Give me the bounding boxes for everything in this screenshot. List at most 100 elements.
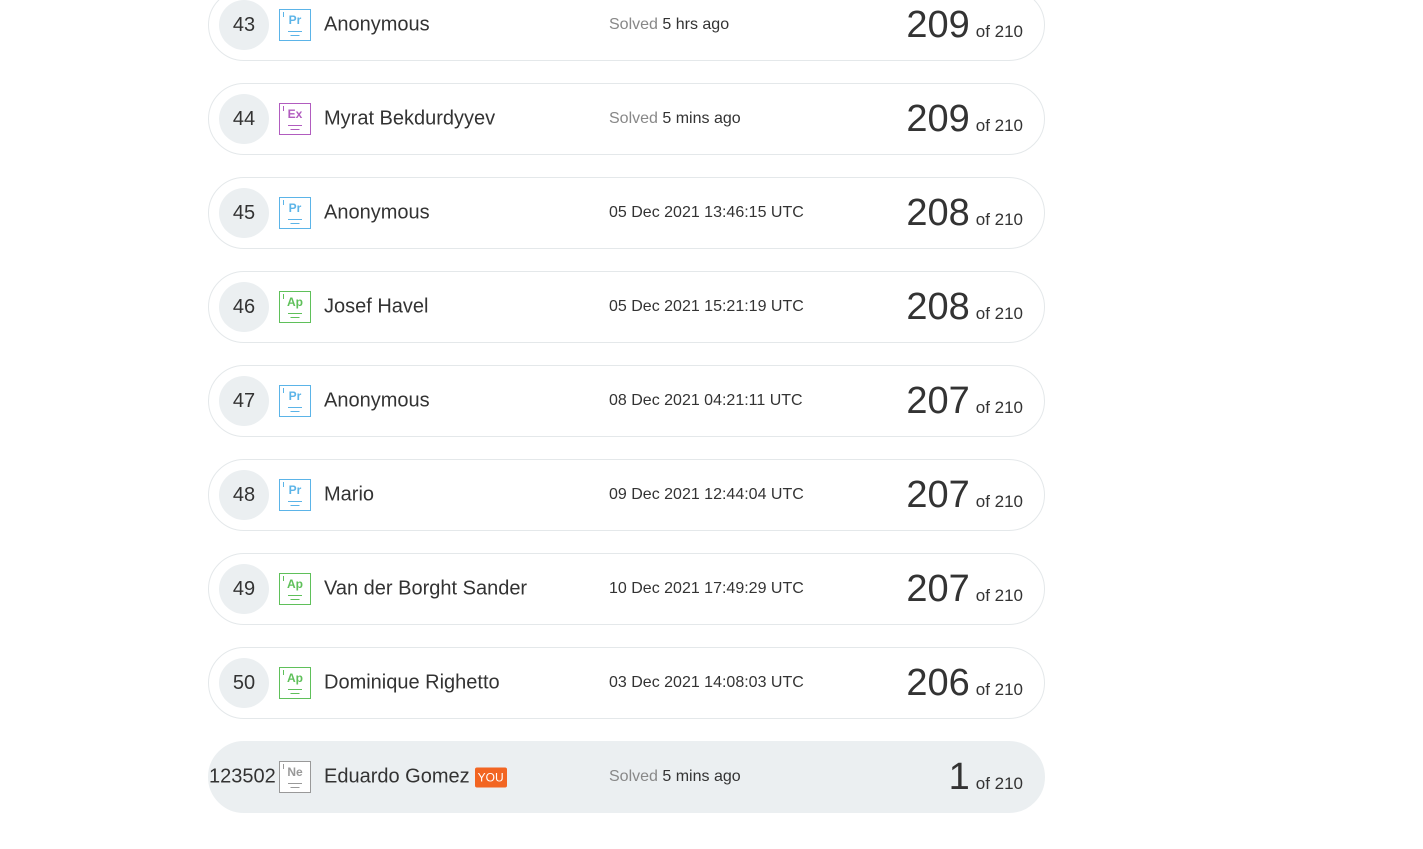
score-total: of 210 bbox=[975, 586, 1023, 605]
score-value: 209 bbox=[906, 98, 970, 140]
score: 209 of 210 bbox=[906, 99, 1023, 139]
solved-time-value: 5 mins ago bbox=[662, 768, 741, 785]
user-name-text: Van der Borght Sander bbox=[324, 577, 528, 600]
user-name-text: Anonymous bbox=[324, 389, 430, 412]
score-total: of 210 bbox=[975, 210, 1023, 229]
badge-symbol: Ne bbox=[287, 765, 303, 779]
rank-number: 47 bbox=[219, 376, 269, 426]
solved-time: 05 Dec 2021 15:21:19 UTC bbox=[609, 298, 804, 316]
leaderboard-row: 49 Ap Van der Borght Sander 10 Dec 2021 … bbox=[208, 553, 1045, 625]
solved-time-value: 5 mins ago bbox=[662, 110, 741, 127]
user-name[interactable]: Mario bbox=[324, 484, 374, 507]
solved-label: Solved bbox=[609, 110, 658, 127]
score: 207 of 210 bbox=[906, 381, 1023, 421]
leaderboard-row: 46 Ap Josef Havel 05 Dec 2021 15:21:19 U… bbox=[208, 271, 1045, 343]
user-name-text: Eduardo Gomez bbox=[324, 765, 470, 788]
user-name-text: Dominique Righetto bbox=[324, 671, 500, 694]
solved-time-value: 10 Dec 2021 17:49:29 UTC bbox=[609, 580, 804, 597]
leaderboard-row: 43 Pr Anonymous Solved 5 hrs ago 209 of 2… bbox=[208, 0, 1045, 61]
user-name-text: Josef Havel bbox=[324, 295, 429, 318]
user-name-text: Anonymous bbox=[324, 201, 430, 224]
solved-time-value: 03 Dec 2021 14:08:03 UTC bbox=[609, 674, 804, 691]
score-total: of 210 bbox=[975, 398, 1023, 417]
badge-symbol: Pr bbox=[288, 201, 302, 215]
leaderboard-row: 44 Ex Myrat Bekdurdyyev Solved 5 mins ag… bbox=[208, 83, 1045, 155]
user-name[interactable]: Josef Havel bbox=[324, 296, 429, 319]
score-value: 1 bbox=[948, 756, 970, 798]
level-badge-icon: Pr bbox=[279, 385, 311, 417]
score-value: 208 bbox=[906, 286, 970, 328]
solved-time-value: 05 Dec 2021 13:46:15 UTC bbox=[609, 204, 804, 221]
solved-time: Solved 5 mins ago bbox=[609, 110, 741, 128]
leaderboard-row: 47 Pr Anonymous 08 Dec 2021 04:21:11 UTC… bbox=[208, 365, 1045, 437]
score: 208 of 210 bbox=[906, 193, 1023, 233]
solved-time: 08 Dec 2021 04:21:11 UTC bbox=[609, 392, 803, 410]
level-badge-icon: Ap bbox=[279, 291, 311, 323]
leaderboard-row: 48 Pr Mario 09 Dec 2021 12:44:04 UTC 207… bbox=[208, 459, 1045, 531]
leaderboard-row: 50 Ap Dominique Righetto 03 Dec 2021 14:… bbox=[208, 647, 1045, 719]
leaderboard: 43 Pr Anonymous Solved 5 hrs ago 209 of 2… bbox=[208, 0, 1045, 835]
leaderboard-row: 45 Pr Anonymous 05 Dec 2021 13:46:15 UTC… bbox=[208, 177, 1045, 249]
solved-time-value: 5 hrs ago bbox=[662, 16, 730, 33]
score-total: of 210 bbox=[975, 774, 1023, 793]
user-name[interactable]: Anonymous bbox=[324, 390, 430, 413]
user-name[interactable]: Anonymous bbox=[324, 202, 430, 225]
score-total: of 210 bbox=[975, 304, 1023, 323]
badge-symbol: Ap bbox=[287, 671, 303, 685]
user-name-text: Anonymous bbox=[324, 13, 430, 36]
badge-symbol: Pr bbox=[288, 483, 302, 497]
solved-time-value: 09 Dec 2021 12:44:04 UTC bbox=[609, 486, 804, 503]
level-badge-icon: Pr bbox=[279, 9, 311, 41]
user-name[interactable]: Dominique Righetto bbox=[324, 672, 500, 695]
level-badge-icon: Pr bbox=[279, 197, 311, 229]
badge-symbol: Pr bbox=[288, 389, 302, 403]
badge-symbol: Ap bbox=[287, 295, 303, 309]
score-value: 207 bbox=[906, 380, 970, 422]
score-total: of 210 bbox=[975, 492, 1023, 511]
rank-number: 123502 bbox=[209, 765, 276, 788]
user-name-text: Mario bbox=[324, 483, 375, 506]
score-value: 207 bbox=[906, 474, 970, 516]
score-value: 208 bbox=[906, 192, 970, 234]
score: 207 of 210 bbox=[906, 569, 1023, 609]
score-total: of 210 bbox=[975, 116, 1023, 135]
score-total: of 210 bbox=[975, 22, 1023, 41]
rank-number: 46 bbox=[219, 282, 269, 332]
level-badge-icon: Ap bbox=[279, 667, 311, 699]
solved-time-value: 08 Dec 2021 04:21:11 UTC bbox=[609, 392, 803, 409]
score-total: of 210 bbox=[975, 680, 1023, 699]
score: 1 of 210 bbox=[949, 757, 1023, 797]
score: 207 of 210 bbox=[906, 475, 1023, 515]
solved-time: Solved 5 hrs ago bbox=[609, 16, 729, 34]
solved-time-value: 05 Dec 2021 15:21:19 UTC bbox=[609, 298, 804, 315]
level-badge-icon: Ap bbox=[279, 573, 311, 605]
user-name[interactable]: Myrat Bekdurdyyev bbox=[324, 108, 495, 131]
score: 206 of 210 bbox=[906, 663, 1023, 703]
solved-label: Solved bbox=[609, 768, 658, 785]
score: 209 of 210 bbox=[906, 5, 1023, 45]
level-badge-icon: Ne bbox=[279, 761, 311, 793]
rank-number: 48 bbox=[219, 470, 269, 520]
rank-number: 50 bbox=[219, 658, 269, 708]
rank-number: 49 bbox=[219, 564, 269, 614]
user-name[interactable]: Eduardo Gomez YOU bbox=[324, 766, 507, 789]
solved-label: Solved bbox=[609, 16, 658, 33]
rank-number: 44 bbox=[219, 94, 269, 144]
badge-symbol: Pr bbox=[288, 13, 302, 27]
you-badge: YOU bbox=[474, 767, 507, 787]
user-name[interactable]: Anonymous bbox=[324, 14, 430, 37]
solved-time: 05 Dec 2021 13:46:15 UTC bbox=[609, 204, 804, 222]
solved-time: 03 Dec 2021 14:08:03 UTC bbox=[609, 674, 804, 692]
current-user-row: 123502 Ne Eduardo Gomez YOU Solved 5 mins… bbox=[208, 741, 1045, 813]
solved-time: Solved 5 mins ago bbox=[609, 768, 741, 786]
user-name[interactable]: Van der Borght Sander bbox=[324, 578, 527, 601]
rank-number: 45 bbox=[219, 188, 269, 238]
solved-time: 10 Dec 2021 17:49:29 UTC bbox=[609, 580, 804, 598]
badge-symbol: Ap bbox=[287, 577, 303, 591]
badge-symbol: Ex bbox=[287, 107, 303, 121]
user-name-text: Myrat Bekdurdyyev bbox=[324, 107, 496, 130]
solved-time: 09 Dec 2021 12:44:04 UTC bbox=[609, 486, 804, 504]
score-value: 207 bbox=[906, 568, 970, 610]
rank-number: 43 bbox=[219, 0, 269, 50]
score-value: 206 bbox=[906, 662, 970, 704]
